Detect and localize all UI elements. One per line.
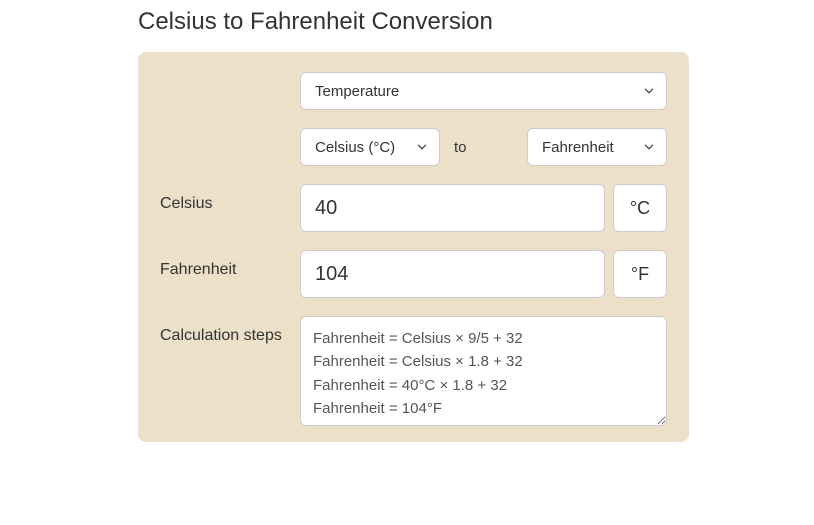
celsius-unit: °C <box>613 184 667 232</box>
calculation-steps[interactable] <box>300 316 667 426</box>
chevron-down-icon <box>415 140 429 154</box>
from-unit-value: Celsius (°C) <box>315 139 395 156</box>
category-select[interactable]: Temperature <box>300 72 667 110</box>
fahrenheit-unit: °F <box>613 250 667 298</box>
empty-label <box>160 72 300 82</box>
celsius-input[interactable] <box>300 184 605 232</box>
empty-label <box>160 128 300 138</box>
converter-panel: Temperature Celsius (°C) to Fahrenheit <box>138 52 689 442</box>
page-title: Celsius to Fahrenheit Conversion <box>138 8 814 36</box>
chevron-down-icon <box>642 140 656 154</box>
chevron-down-icon <box>642 84 656 98</box>
fahrenheit-input[interactable] <box>300 250 605 298</box>
to-unit-value: Fahrenheit <box>542 139 614 156</box>
from-unit-select[interactable]: Celsius (°C) <box>300 128 440 166</box>
steps-label: Calculation steps <box>160 316 300 347</box>
category-select-value: Temperature <box>315 83 399 100</box>
to-unit-select[interactable]: Fahrenheit <box>527 128 667 166</box>
celsius-label: Celsius <box>160 184 300 215</box>
fahrenheit-label: Fahrenheit <box>160 250 300 281</box>
to-label: to <box>448 139 473 156</box>
